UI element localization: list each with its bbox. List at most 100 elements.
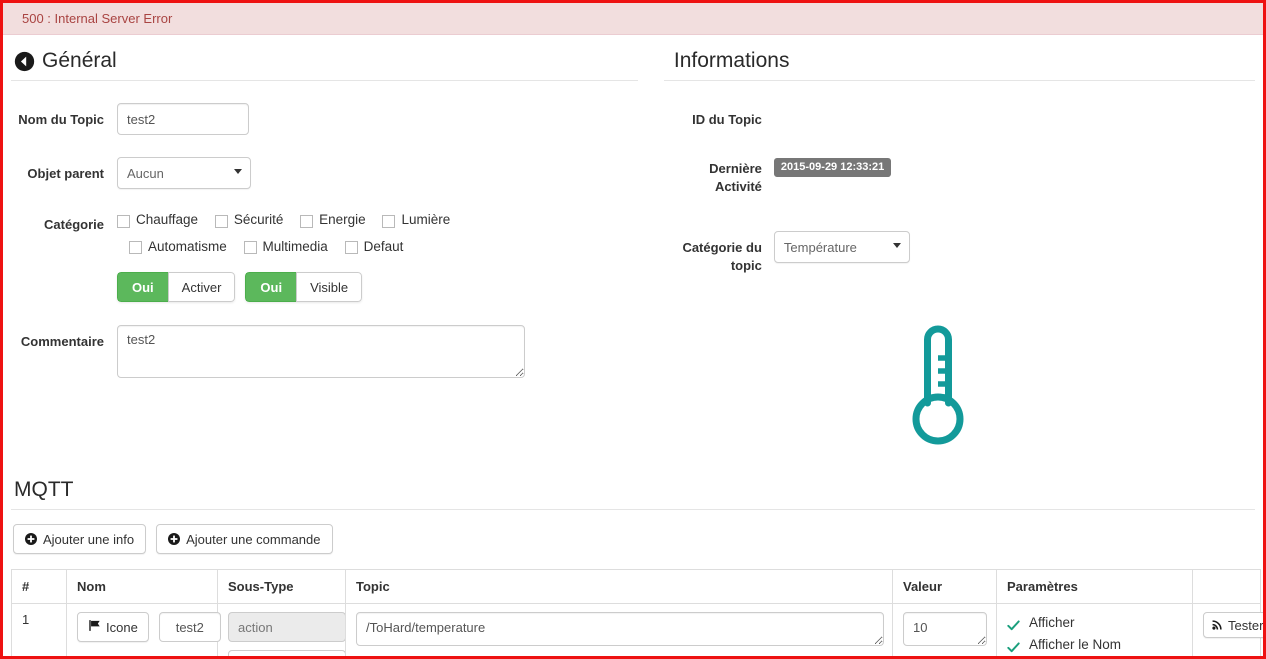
label-objet-parent: Objet parent: [27, 166, 104, 181]
checkbox-label: Sécurité: [233, 212, 284, 227]
checkbox-icon[interactable]: [344, 241, 358, 254]
command-topic-textarea[interactable]: [356, 612, 884, 646]
checkbox-item-chauffage[interactable]: Chauffage: [117, 208, 198, 232]
checkbox-label: Energie: [319, 212, 366, 227]
column-header-parametres: Paramètres: [996, 569, 1193, 604]
label-id-topic: ID du Topic: [692, 112, 762, 127]
add-command-label: Ajouter une commande: [186, 531, 321, 547]
column-header-nom: Nom: [66, 569, 218, 604]
error-alert-banner: 500 : Internal Server Error: [3, 3, 1263, 35]
param-label: Afficher le Nom: [1029, 637, 1122, 652]
add-command-button[interactable]: Ajouter une commande: [156, 524, 333, 554]
table-header-row: # Nom Sous-Type Topic Valeur Paramètres: [11, 569, 1261, 604]
categorie-topic-select[interactable]: Température: [773, 231, 910, 263]
toggle-group-activer: Oui Activer: [117, 272, 236, 302]
cell-nom-inner: Icone: [77, 612, 221, 642]
toggle-group-visible: Oui Visible: [245, 272, 363, 302]
nom-topic-input[interactable]: [117, 103, 249, 135]
objet-parent-select[interactable]: Aucun: [117, 157, 251, 189]
cell-soustype: [217, 603, 346, 656]
column-header-index: #: [11, 569, 67, 604]
column-header-actions: [1192, 569, 1261, 604]
checkbox-icon[interactable]: [300, 214, 314, 228]
checkbox-item-multimedia[interactable]: Multimedia: [243, 235, 328, 259]
cell-index: 1: [11, 603, 67, 656]
checkbox-item-automatisme[interactable]: Automatisme: [129, 235, 227, 259]
toggle-visible-label[interactable]: Visible: [296, 272, 363, 302]
test-button-label: Tester: [1228, 617, 1264, 633]
toggle-activer-oui[interactable]: Oui: [117, 272, 168, 302]
column-header-soustype: Sous-Type: [217, 569, 346, 604]
label-categorie-topic: Catégorie du topic: [682, 240, 762, 273]
test-button[interactable]: Tester: [1203, 612, 1264, 638]
label-nom-topic: Nom du Topic: [18, 112, 104, 127]
toggle-visible-oui[interactable]: Oui: [245, 272, 297, 302]
table-head: # Nom Sous-Type Topic Valeur Paramètres: [11, 569, 1261, 604]
field-row-id-topic: ID du Topic: [664, 103, 1255, 129]
informations-legend: Informations: [663, 35, 1255, 81]
param-afficher[interactable]: Afficher: [1007, 612, 1184, 634]
field-row-commentaire: Commentaire: [11, 325, 638, 383]
checkbox-icon[interactable]: [214, 214, 228, 228]
general-legend: Général: [11, 35, 638, 81]
checkbox-icon[interactable]: [382, 214, 396, 228]
label-categorie: Catégorie: [44, 217, 104, 232]
command-subtype-secondary-input[interactable]: [228, 650, 346, 656]
check-icon: [1007, 617, 1020, 630]
choose-icon-button[interactable]: Icone: [77, 612, 149, 642]
control-categorie-topic: Température: [773, 231, 1255, 263]
label-derniere-activite: Dernière Activité: [709, 161, 762, 194]
general-legend-text: Général: [42, 49, 117, 72]
thermometer-icon: [907, 325, 969, 455]
page-root: 500 : Internal Server Error Général Nom …: [0, 0, 1266, 659]
field-row-objet-parent: Objet parent Aucun: [11, 157, 638, 189]
checkbox-icon[interactable]: [117, 214, 130, 228]
checkbox-item-energie[interactable]: Energie: [300, 208, 366, 232]
last-activity-badge: 2015-09-29 12:33:21: [773, 158, 892, 177]
checkbox-icon[interactable]: [243, 241, 257, 254]
flag-icon: [88, 619, 101, 635]
checkbox-label: Defaut: [363, 238, 404, 254]
plus-circle-icon: [168, 533, 181, 545]
mqtt-commands-table: # Nom Sous-Type Topic Valeur Paramètres …: [11, 569, 1263, 656]
command-value-textarea[interactable]: [903, 612, 987, 646]
add-info-label: Ajouter une info: [43, 531, 135, 547]
column-header-topic: Topic: [345, 569, 893, 604]
mqtt-action-buttons: Ajouter une info Ajouter une commande: [13, 524, 1255, 554]
checkbox-item-defaut[interactable]: Defaut: [344, 235, 404, 259]
field-row-nom-topic: Nom du Topic: [11, 103, 638, 135]
column-header-valeur: Valeur: [892, 569, 997, 604]
table-row: 1 Icone test2 action /ToHard/temperature…: [11, 603, 1263, 656]
thermometer-illustration: [664, 319, 1255, 456]
checkbox-label: Automatisme: [148, 238, 227, 254]
checkbox-icon[interactable]: [129, 241, 142, 254]
toggle-groups: Oui Activer Oui Visible: [117, 272, 638, 302]
general-panel: Général Nom du Topic Objet parent Aucun: [3, 35, 652, 394]
arrow-circle-left-icon[interactable]: [14, 51, 35, 72]
command-subtype-input[interactable]: [228, 612, 346, 642]
rss-signal-icon: [1212, 618, 1223, 633]
checkbox-label: Chauffage: [136, 212, 199, 227]
cell-topic: [345, 603, 893, 656]
plus-circle-icon: [25, 533, 37, 545]
cell-nom: Icone: [66, 603, 221, 656]
check-icon: [1007, 639, 1020, 652]
objet-parent-select-wrap: Aucun: [117, 157, 251, 189]
cell-valeur: [892, 603, 997, 656]
categorie-row-2: Automatisme Multimedia Defaut: [117, 235, 638, 262]
mqtt-legend: MQTT: [11, 478, 1255, 510]
field-row-derniere-activite: Dernière Activité 2015-09-29 12:33:21: [664, 152, 1255, 196]
control-categorie: Chauffage Sécurité Energie Lumière Autom…: [117, 208, 638, 302]
commentaire-textarea[interactable]: [117, 325, 525, 378]
add-info-button[interactable]: Ajouter une info: [13, 524, 147, 554]
control-commentaire: [117, 325, 638, 383]
checkbox-item-lumiere[interactable]: Lumière: [382, 208, 450, 232]
categorie-topic-select-wrap: Température: [773, 231, 910, 263]
main-columns: Général Nom du Topic Objet parent Aucun: [3, 35, 1263, 456]
command-name-input[interactable]: [158, 612, 221, 642]
checkbox-label: Multimedia: [262, 238, 328, 254]
param-afficher-nom[interactable]: Afficher le Nom: [1007, 634, 1184, 656]
checkbox-item-securite[interactable]: Sécurité: [214, 208, 284, 232]
toggle-activer-label[interactable]: Activer: [167, 272, 236, 302]
informations-legend-text: Informations: [673, 49, 790, 72]
